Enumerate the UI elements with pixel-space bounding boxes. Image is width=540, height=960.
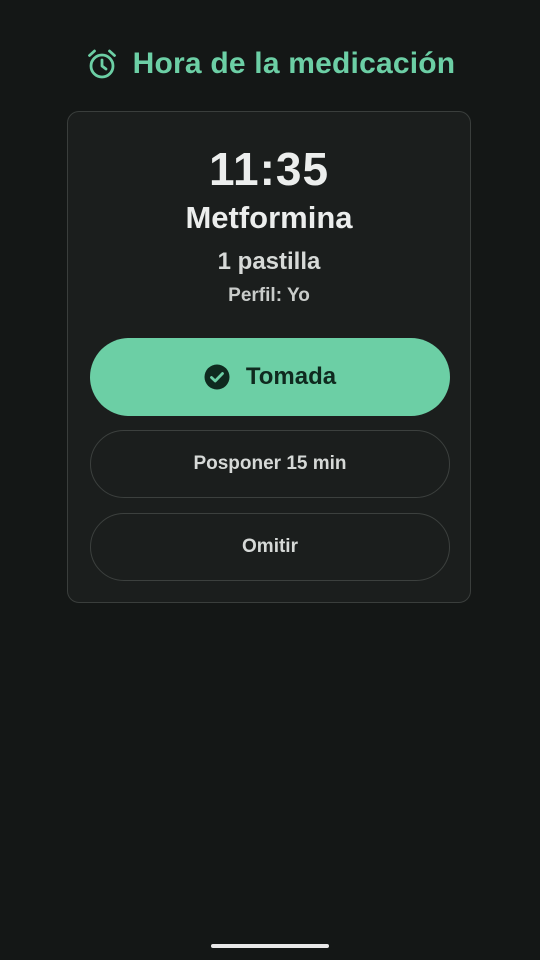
reminder-card: 11:35 Metformina 1 pastilla Perfil: Yo T… [67, 111, 471, 603]
page-title: Hora de la medicación [132, 47, 456, 80]
skip-button-label: Omitir [242, 536, 298, 557]
medication-dose: 1 pastilla [217, 248, 321, 275]
skip-button[interactable]: Omitir [90, 513, 450, 581]
snooze-button[interactable]: Posponer 15 min [90, 430, 450, 498]
taken-button[interactable]: Tomada [90, 338, 450, 416]
snooze-button-label: Posponer 15 min [193, 453, 347, 474]
home-indicator[interactable] [211, 944, 329, 948]
medication-name: Metformina [185, 200, 353, 235]
alarm-clock-icon [85, 47, 119, 81]
reminder-time: 11:35 [208, 143, 330, 195]
profile-label: Perfil: Yo [228, 285, 310, 306]
header: Hora de la medicación [0, 44, 540, 84]
check-circle-icon [204, 364, 230, 390]
taken-button-label: Tomada [245, 363, 337, 390]
